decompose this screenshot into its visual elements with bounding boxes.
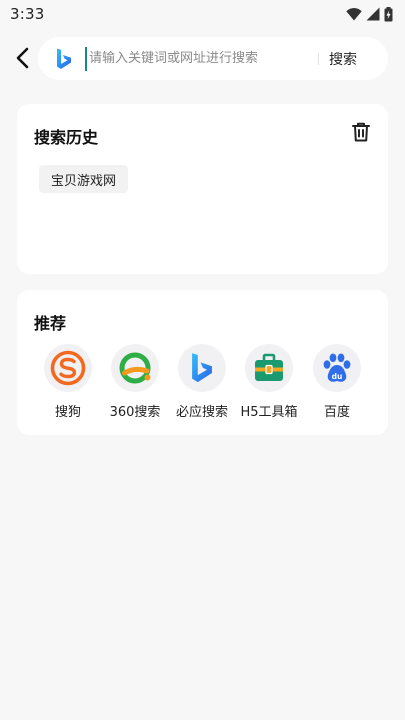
search-history-card: 搜索历史 宝贝游戏网 xyxy=(17,104,388,274)
bing-logo-icon[interactable] xyxy=(55,47,73,71)
baidu-icon: du xyxy=(313,344,361,392)
sogou-icon xyxy=(44,344,92,392)
recommend-title: 推荐 xyxy=(34,314,67,333)
engine-sogou[interactable]: 搜狗 xyxy=(35,344,101,420)
engine-label: 360搜索 xyxy=(109,405,161,420)
engine-bing[interactable]: 必应搜索 xyxy=(169,344,235,420)
search-bar: 搜索 xyxy=(38,37,388,80)
engine-label: 必应搜索 xyxy=(175,405,228,420)
recommend-card: 推荐 搜狗 360搜索 必应搜索 H5工具箱 du 百度 xyxy=(17,290,388,435)
search-submit-button[interactable]: 搜索 xyxy=(329,49,357,69)
status-bar: 3:33 xyxy=(0,0,405,28)
back-button[interactable] xyxy=(8,44,36,72)
chevron-left-icon xyxy=(16,47,29,69)
engine-360-search[interactable]: 360搜索 xyxy=(102,344,168,420)
battery-charging-icon xyxy=(384,6,393,21)
engine-label: 搜狗 xyxy=(54,405,81,420)
svg-text:du: du xyxy=(332,372,343,381)
trash-icon xyxy=(352,122,370,142)
cellular-signal-icon xyxy=(366,7,380,21)
status-time: 3:33 xyxy=(10,5,45,23)
engine-label: 百度 xyxy=(323,405,350,420)
toolbox-icon xyxy=(245,344,293,392)
360-search-icon xyxy=(111,344,159,392)
bing-icon xyxy=(178,344,226,392)
clear-history-button[interactable] xyxy=(350,121,372,143)
engine-baidu[interactable]: du 百度 xyxy=(304,344,370,420)
search-input[interactable] xyxy=(85,46,310,71)
status-icons xyxy=(346,6,393,22)
recommend-engine-list: 搜狗 360搜索 必应搜索 H5工具箱 du 百度 xyxy=(34,344,374,424)
history-item[interactable]: 宝贝游戏网 xyxy=(39,165,129,193)
engine-label: H5工具箱 xyxy=(240,405,298,420)
engine-h5-toolbox[interactable]: H5工具箱 xyxy=(236,344,302,420)
search-history-title: 搜索历史 xyxy=(34,128,99,147)
search-divider xyxy=(318,52,319,65)
wifi-icon xyxy=(346,8,362,21)
